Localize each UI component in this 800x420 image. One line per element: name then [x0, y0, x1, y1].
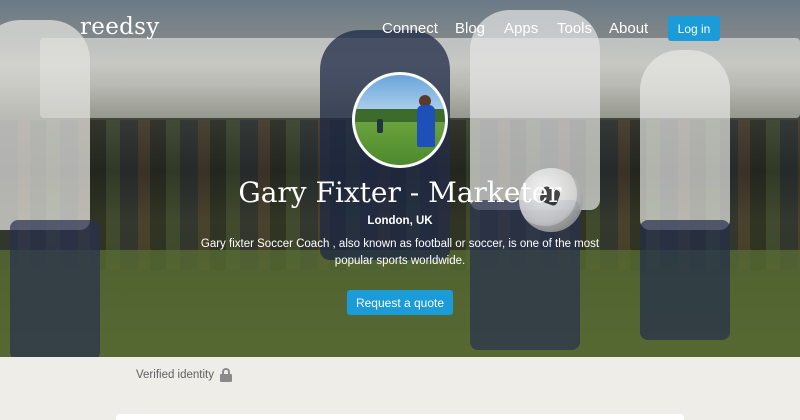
verified-identity: Verified identity — [136, 368, 232, 382]
verified-identity-label: Verified identity — [136, 369, 214, 381]
profile-location: London, UK — [367, 215, 433, 227]
reedsy-logo[interactable]: reedsy — [80, 14, 160, 40]
nav-apps[interactable]: Apps — [504, 20, 538, 37]
nav-connect[interactable]: Connect — [382, 20, 438, 37]
content-card — [116, 414, 684, 420]
profile-title: Gary Fixter - Marketer — [238, 176, 562, 209]
avatar-figure — [377, 119, 383, 133]
profile-description: Gary fixter Soccer Coach , also known as… — [200, 238, 600, 267]
nav-blog[interactable]: Blog — [455, 20, 485, 37]
hero-player — [640, 220, 730, 340]
request-quote-button[interactable]: Request a quote — [347, 290, 453, 315]
hero-player — [10, 220, 100, 357]
nav-about[interactable]: About — [609, 20, 648, 37]
nav-tools[interactable]: Tools — [557, 20, 592, 37]
avatar-figure-body — [417, 105, 435, 147]
avatar — [352, 72, 448, 168]
login-button[interactable]: Log in — [668, 16, 720, 41]
lock-icon — [220, 368, 232, 382]
